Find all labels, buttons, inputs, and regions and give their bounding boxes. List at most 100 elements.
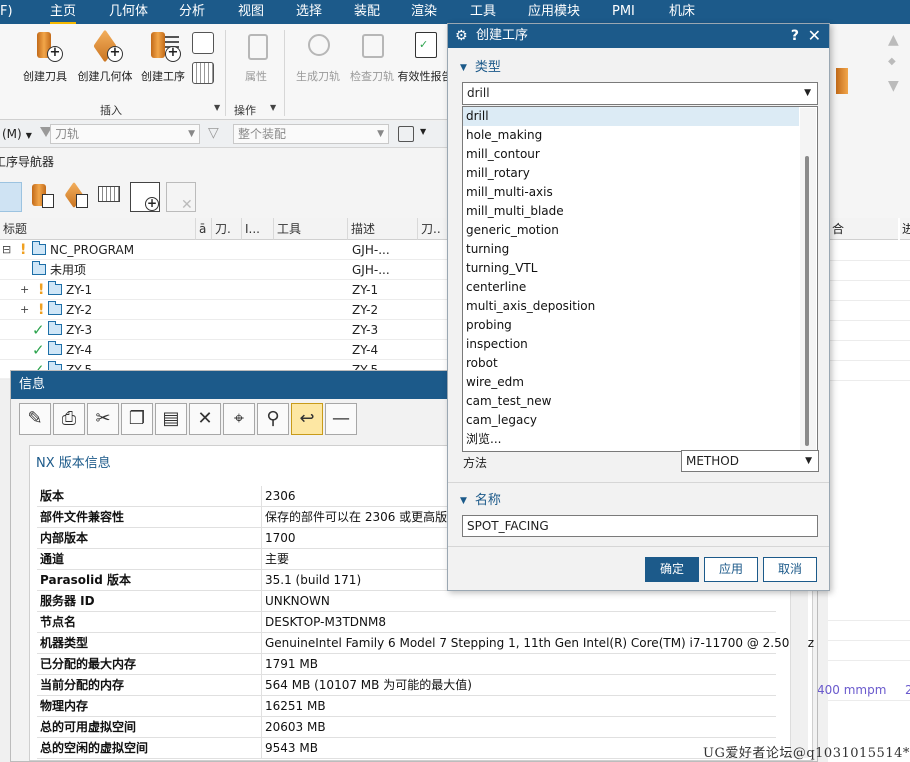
copy-operation-icon[interactable] xyxy=(192,32,214,54)
method-view-icon[interactable] xyxy=(96,182,126,212)
menu-machine[interactable]: 机床 xyxy=(669,0,695,24)
create-new-icon[interactable]: + xyxy=(130,182,160,212)
option-hole-making[interactable]: hole_making xyxy=(463,126,799,145)
machine-tool-view-icon[interactable] xyxy=(28,182,58,212)
properties-button[interactable]: 属性 xyxy=(227,30,285,92)
table-row[interactable]: ✓ ZY-4 ZY-4 xyxy=(0,340,450,360)
apply-button[interactable]: 应用 xyxy=(704,557,758,582)
verify-toolpath-button[interactable]: 检查刀轨 xyxy=(343,30,401,92)
mill-table-icon[interactable] xyxy=(192,62,214,84)
snap-options-icon[interactable] xyxy=(398,126,414,142)
option-drill[interactable]: drill xyxy=(463,107,799,126)
name-input[interactable]: SPOT_FACING xyxy=(462,515,818,537)
menu-pmi[interactable]: PMI xyxy=(612,0,635,24)
type-filter-icon[interactable]: ▽ xyxy=(208,125,219,141)
menu-file[interactable]: F) xyxy=(0,0,13,24)
expand-icon[interactable]: + xyxy=(20,280,29,300)
option-browse[interactable]: 浏览... xyxy=(463,430,799,449)
group-operation-dropdown-icon[interactable]: ▼ xyxy=(270,103,276,112)
col-header-name[interactable]: 标题 xyxy=(0,218,196,240)
expand-icon[interactable]: + xyxy=(20,300,29,320)
find-icon[interactable]: ⌖ xyxy=(223,403,255,435)
table-row[interactable]: + ! ZY-2 ZY-2 xyxy=(0,300,450,320)
type-select[interactable]: drill ▼ xyxy=(462,82,818,105)
generate-toolpath-button[interactable]: 生成刀轨 xyxy=(289,30,347,92)
program-order-view-icon[interactable] xyxy=(0,182,22,212)
option-mill-multi-axis[interactable]: mill_multi-axis xyxy=(463,183,799,202)
up-arrow-icon[interactable]: ▲ xyxy=(888,32,899,48)
dialog-title-bar[interactable]: ⚙ 创建工序 ? ✕ xyxy=(448,24,829,48)
minimize-icon[interactable]: — xyxy=(325,403,357,435)
col-header-feed[interactable]: 进 xyxy=(900,218,910,240)
binoculars-icon[interactable]: ⚲ xyxy=(257,403,289,435)
filter-dropdown-icon[interactable]: ▼ xyxy=(420,127,426,136)
menu-render[interactable]: 渲染 xyxy=(411,0,437,24)
option-inspection[interactable]: inspection xyxy=(463,335,799,354)
option-mill-multi-blade[interactable]: mill_multi_blade xyxy=(463,202,799,221)
save-as-icon[interactable]: ✎ xyxy=(19,403,51,435)
table-row: 总的可用虚拟空间 20603 MB xyxy=(37,717,776,738)
option-probing[interactable]: probing xyxy=(463,316,799,335)
menu-home[interactable]: 主页 xyxy=(50,0,77,24)
option-generic-motion[interactable]: generic_motion xyxy=(463,221,799,240)
create-operation-button[interactable]: + 创建工序 xyxy=(134,30,192,92)
option-wire-edm[interactable]: wire_edm xyxy=(463,373,799,392)
delete-disabled-icon[interactable]: ✕ xyxy=(166,182,196,213)
menu-tools[interactable]: 工具 xyxy=(470,0,496,24)
option-mill-contour[interactable]: mill_contour xyxy=(463,145,799,164)
collapse-icon[interactable]: ⊟ xyxy=(2,240,11,260)
type-section-header[interactable]: ▼ 类型 xyxy=(460,56,501,75)
col-header-tool-path[interactable]: 刀. xyxy=(212,218,242,240)
assembly-scope-combo[interactable]: 整个装配 ▼ xyxy=(233,124,389,144)
scroll-icon[interactable]: ◆ xyxy=(888,56,896,67)
table-row[interactable]: ✓ ZY-3 ZY-3 xyxy=(0,320,450,340)
selection-mode-dropdown[interactable]: (M) ▼ xyxy=(2,125,32,143)
option-turning-vtl[interactable]: turning_VTL xyxy=(463,259,799,278)
print-icon[interactable]: ⎙ xyxy=(53,403,85,435)
group-insert-dropdown-icon[interactable]: ▼ xyxy=(214,103,220,112)
col-header-merge[interactable]: 合 xyxy=(828,218,898,240)
down-arrow-icon[interactable]: ▼ xyxy=(888,78,899,94)
dropdown-scrollbar-thumb[interactable] xyxy=(805,156,809,446)
option-centerline[interactable]: centerline xyxy=(463,278,799,297)
copy-icon[interactable]: ❐ xyxy=(121,403,153,435)
table-row[interactable]: ⊟ ! NC_PROGRAM GJH-... xyxy=(0,240,450,260)
word-wrap-icon[interactable]: ↩ xyxy=(291,403,323,435)
ok-button[interactable]: 确定 xyxy=(645,557,699,582)
create-geometry-button[interactable]: + 创建几何体 xyxy=(76,29,134,92)
create-tool-button[interactable]: + 创建刀具 xyxy=(16,30,74,92)
method-select[interactable]: METHOD ▼ xyxy=(681,450,819,472)
toolpath-filter-combo[interactable]: 刀轨 ▼ xyxy=(50,124,200,144)
close-icon[interactable]: ✕ xyxy=(808,24,821,48)
menu-assembly[interactable]: 装配 xyxy=(354,0,380,24)
menu-geometry[interactable]: 几何体 xyxy=(109,0,148,24)
menu-view[interactable]: 视图 xyxy=(238,0,264,24)
name-section-header[interactable]: ▼ 名称 xyxy=(460,489,501,508)
option-turning[interactable]: turning xyxy=(463,240,799,259)
dropdown-scrollbar[interactable] xyxy=(800,108,816,450)
dialog-title: 创建工序 xyxy=(476,28,529,43)
menu-analysis[interactable]: 分析 xyxy=(179,0,205,24)
paste-icon[interactable]: ▤ xyxy=(155,403,187,435)
table-row[interactable]: + ! ZY-1 ZY-1 xyxy=(0,280,450,300)
cut-icon[interactable]: ✂ xyxy=(87,403,119,435)
col-header-tool[interactable]: 工具 xyxy=(274,218,348,240)
cancel-button[interactable]: 取消 xyxy=(763,557,817,582)
gear-icon[interactable]: ⚙ xyxy=(455,24,468,48)
option-cam-test-new[interactable]: cam_test_new xyxy=(463,392,799,411)
col-header-i[interactable]: I... xyxy=(242,218,274,240)
menu-applications[interactable]: 应用模块 xyxy=(528,0,580,24)
geometry-view-icon[interactable] xyxy=(62,181,92,212)
option-cam-legacy[interactable]: cam_legacy xyxy=(463,411,799,430)
option-mill-rotary[interactable]: mill_rotary xyxy=(463,164,799,183)
col-header-a[interactable]: ā xyxy=(196,218,212,240)
option-multi-axis-deposition[interactable]: multi_axis_deposition xyxy=(463,297,799,316)
menu-select[interactable]: 选择 xyxy=(296,0,322,24)
option-robot[interactable]: robot xyxy=(463,354,799,373)
table-row[interactable]: 未用项 GJH-... xyxy=(0,260,450,280)
delete-icon[interactable]: ✕ xyxy=(189,403,221,435)
col-header-description[interactable]: 描述 xyxy=(348,218,418,240)
validity-report-button[interactable]: ✓ 有效性报告 xyxy=(396,30,454,92)
col-header-tool-2[interactable]: 刀.. xyxy=(418,218,450,240)
help-icon[interactable]: ? xyxy=(791,24,799,48)
